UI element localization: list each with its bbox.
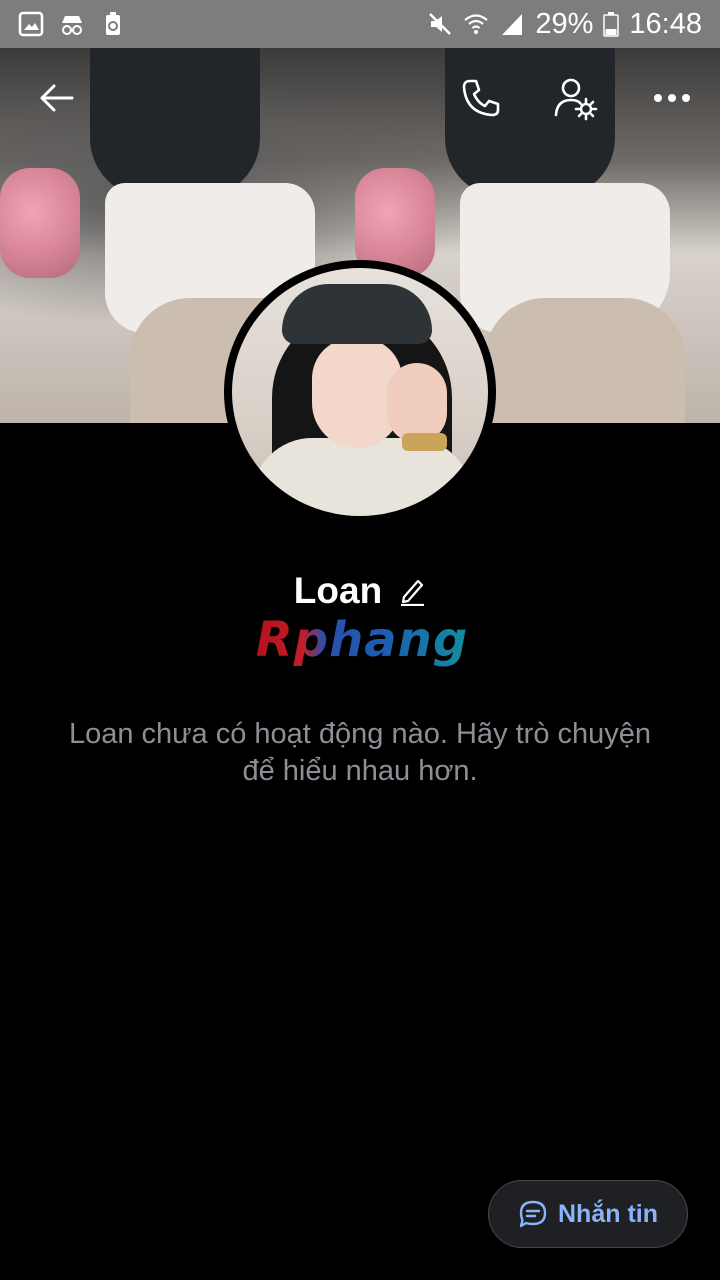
back-button[interactable] — [30, 72, 82, 124]
more-icon — [654, 94, 690, 102]
avatar[interactable] — [232, 268, 488, 516]
empty-activity-message: Loan chưa có hoạt động nào. Hãy trò chuy… — [68, 718, 652, 787]
call-button[interactable] — [455, 72, 507, 124]
recycle-icon — [106, 12, 120, 35]
profile-settings-button[interactable] — [550, 72, 602, 124]
image-icon — [18, 11, 44, 37]
chat-bubble-icon — [519, 1200, 547, 1228]
send-message-button[interactable]: Nhắn tin — [488, 1180, 688, 1248]
battery-icon — [603, 12, 620, 37]
status-bar: 29% 16:48 — [0, 0, 720, 48]
status-right-icons: 29% 16:48 — [427, 8, 702, 41]
wifi-icon — [464, 14, 489, 34]
profile-screen: 29% 16:48 Loan Rphang Loan chưa có hoạt … — [0, 0, 720, 1280]
mute-icon — [429, 13, 452, 35]
edit-pencil-icon[interactable] — [398, 576, 426, 606]
send-message-label: Nhắn tin — [558, 1199, 658, 1228]
user-settings-icon — [554, 78, 598, 121]
profile-name: Loan — [293, 570, 383, 611]
battery-percent: 29% — [535, 7, 594, 40]
back-arrow-icon — [40, 84, 74, 112]
status-left-icons — [18, 11, 126, 37]
header-actions — [0, 48, 720, 148]
more-options-button[interactable] — [646, 72, 698, 124]
incognito-icon — [62, 16, 82, 35]
status-time: 16:48 — [629, 7, 702, 40]
watermark-logo: Rphang — [252, 610, 472, 670]
signal-icon — [502, 14, 523, 35]
phone-icon — [462, 79, 500, 117]
profile-name-row: Loan — [0, 570, 720, 612]
watermark-text: Rphang — [255, 612, 469, 668]
avatar-frame — [224, 260, 496, 524]
